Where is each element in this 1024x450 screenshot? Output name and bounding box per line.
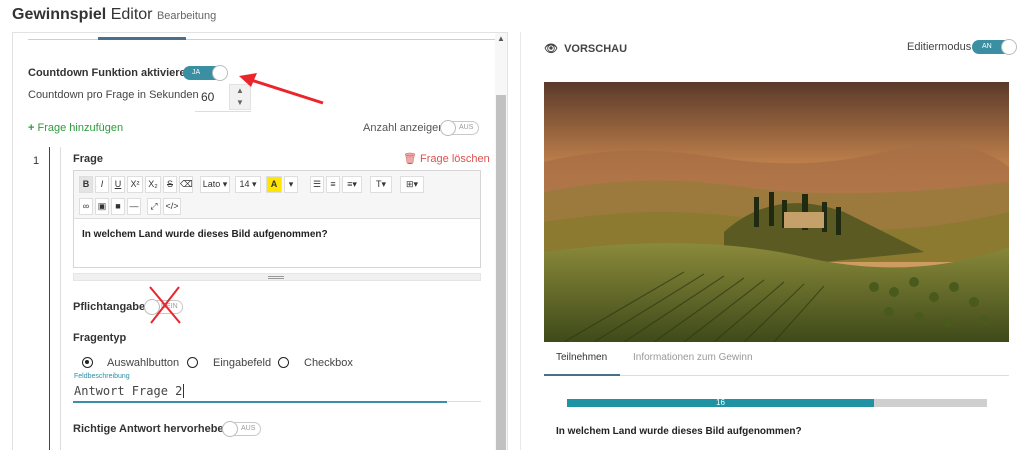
app-title-rest: Editor [106,6,153,23]
countdown-toggle-text: JA [192,69,201,76]
preview-question: In welchem Land wurde dieses Bild aufgen… [556,426,802,437]
video-icon[interactable]: ■ [111,198,125,215]
radio-eingabefeld[interactable] [187,357,198,368]
countdown-seconds-value: 60 [201,90,215,104]
superscript-icon[interactable]: X² [127,176,143,193]
text-cursor [183,384,185,398]
link-icon[interactable]: ∞ [79,198,93,215]
progress-label: 16 [716,398,725,407]
editor-scrollbar[interactable]: ▲ [495,33,507,450]
highlight-color-icon[interactable]: A [266,176,282,193]
question-text: In welchem Land wurde dieses Bild aufgen… [82,229,328,240]
countdown-toggle[interactable]: JA [183,66,227,80]
toggle-knob [213,66,227,80]
edit-mode-toggle-text: AN [982,43,992,50]
eye-icon: 👁 [544,43,558,55]
rich-text-editor[interactable]: B I U X² X₂ S ⌫ Lato ▾ 14 ▾ A ▾ ☰ ≡ ≡▾ T… [73,170,481,268]
scroll-up-icon[interactable]: ▲ [495,33,507,45]
type-option-label: Eingabefeld [213,357,272,369]
page-subtitle: Bearbeitung [156,10,217,22]
italic-icon[interactable]: I [95,176,109,193]
preview-panel: 👁 VORSCHAU Editiermodus AN Teilnehmen In… [520,32,1024,450]
active-tab-indicator [544,374,620,376]
edit-mode-label: Editiermodus [907,41,972,53]
trash-icon: 🗑 [403,153,417,165]
annotation-arrow-icon [239,73,324,105]
align-icon[interactable]: ≡▾ [342,176,362,193]
type-option-label: Auswahlbutton [107,357,180,369]
tab-participate[interactable]: Teilnehmen [556,352,607,363]
active-tab-indicator [98,37,186,40]
show-count-toggle-text: AUS [459,124,474,131]
subscript-icon[interactable]: X₂ [145,176,161,193]
preview-title-text: VORSCHAU [564,43,628,55]
highlight-toggle-text: AUS [241,425,256,432]
editor-panel: ▲ Countdown Funktion aktivieren JA Count… [12,32,508,450]
radio-checkbox[interactable] [278,357,289,368]
highlight-answer-label: Richtige Antwort hervorheben [73,423,231,435]
landscape-photo [544,82,1009,342]
panel-divider [520,32,521,450]
image-icon[interactable]: ▣ [95,198,109,215]
toggle-knob [223,422,237,436]
question-type-label: Fragentyp [73,332,127,344]
input-underline-active [73,401,447,403]
bold-icon[interactable]: B [79,176,93,193]
strikethrough-icon[interactable]: S [163,176,177,193]
chevron-down-icon[interactable]: ▾ [284,176,298,193]
countdown-label: Countdown Funktion aktivieren [28,67,193,79]
table-icon[interactable]: ⊞▾ [400,176,424,193]
required-label: Pflichtangabe [73,301,146,313]
type-option-label: Checkbox [304,357,353,369]
app-title: Gewinnspiel [12,6,107,23]
show-count-label: Anzahl anzeigen [363,122,445,134]
preview-tabs: Teilnehmen Informationen zum Gewinn [544,350,1009,376]
font-size-select[interactable]: 14 ▾ [235,176,261,193]
delete-question-button[interactable]: 🗑 Frage löschen [403,152,490,165]
bullet-list-icon[interactable]: ☰ [310,176,324,193]
plus-icon: + [28,122,35,134]
underline-icon[interactable]: U [111,176,125,193]
radio-auswahlbutton[interactable] [82,357,93,368]
field-description-label: Feldbeschreibung [74,373,130,380]
text-style-icon[interactable]: T▾ [370,176,392,193]
fullscreen-icon[interactable]: ⤢ [147,198,161,215]
tab-prize-info[interactable]: Informationen zum Gewinn [633,352,753,363]
edit-mode-toggle[interactable]: AN [972,40,1016,54]
grip-icon [268,276,284,279]
font-family-value: Lato [202,179,221,189]
editor-toolbar: B I U X² X₂ S ⌫ Lato ▾ 14 ▾ A ▾ ☰ ≡ ≡▾ T… [74,171,480,219]
highlight-answer-toggle[interactable]: AUS [223,422,261,436]
scroll-thumb[interactable] [496,95,506,450]
delete-question-label: Frage löschen [420,153,490,165]
code-view-icon[interactable]: </> [163,198,181,215]
question-guide-line [60,147,61,450]
editor-resize-handle[interactable] [73,273,481,281]
answer-input[interactable]: Antwort Frage 2 [74,384,185,398]
font-family-select[interactable]: Lato ▾ [200,176,230,193]
page-header: Gewinnspiel Editor Bearbeitung [12,6,216,28]
preview-title: 👁 VORSCHAU [544,42,627,55]
horizontal-rule-icon[interactable]: — [127,198,141,215]
eraser-icon[interactable]: ⌫ [179,176,193,193]
toggle-knob [441,121,455,135]
toggle-knob [1002,40,1016,54]
question-heading: Frage [73,153,103,165]
question-number: 1 [33,155,40,167]
progress-fill: 16 [567,398,874,407]
font-size-value: 14 [239,179,250,189]
cross-out-icon [149,286,181,324]
countdown-seconds-label: Countdown pro Frage in Sekunden [28,89,199,101]
show-count-toggle[interactable]: AUS [441,121,479,135]
add-question-label: Frage hinzufügen [37,122,124,134]
add-question-button[interactable]: + Frage hinzufügen [28,122,123,134]
answer-input-value: Antwort Frage 2 [74,384,183,398]
progress-bar: 16 [567,398,987,407]
numbered-list-icon[interactable]: ≡ [326,176,340,193]
question-border [49,147,50,450]
